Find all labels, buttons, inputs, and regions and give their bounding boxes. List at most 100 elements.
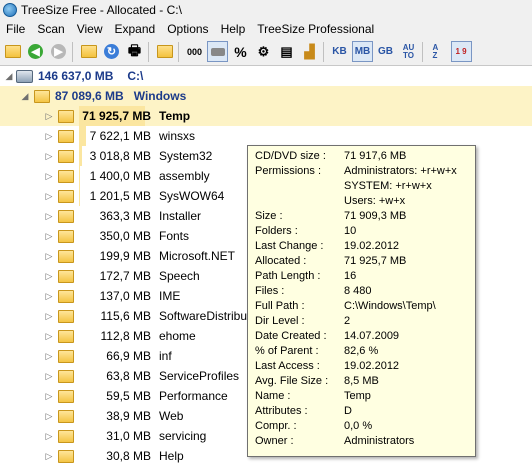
- expand-arrow-icon[interactable]: ▷: [44, 371, 54, 382]
- folder-size: 30,8 MB: [106, 449, 151, 463]
- folder-icon: [58, 429, 74, 443]
- menu-treesize-professional[interactable]: TreeSize Professional: [251, 22, 380, 36]
- folder-icon: [58, 109, 74, 123]
- unit-mb-button[interactable]: MB: [352, 41, 373, 62]
- expand-arrow-icon[interactable]: ▷: [44, 331, 54, 342]
- unit-auto-button[interactable]: AU TO: [398, 41, 419, 62]
- expand-arrow-icon[interactable]: ▷: [44, 131, 54, 142]
- file-count-button[interactable]: ⚙: [253, 41, 274, 62]
- folder-name: Installer: [159, 209, 202, 223]
- expand-arrow-icon[interactable]: ▷: [44, 271, 54, 282]
- tooltip-label: CD/DVD size :: [255, 150, 326, 162]
- window-title: TreeSize Free - Allocated - C:\: [21, 2, 182, 17]
- folder-size: 71 925,7 MB: [82, 109, 151, 123]
- folder-name: servicing: [159, 429, 207, 443]
- expand-arrow-icon[interactable]: ▷: [44, 391, 54, 402]
- expand-arrow-icon[interactable]: ▷: [44, 171, 54, 182]
- chart-button[interactable]: ▟: [299, 41, 320, 62]
- menu-options[interactable]: Options: [161, 22, 214, 36]
- files-icon: ⚙: [257, 43, 270, 59]
- folder-icon: [58, 449, 74, 463]
- folder-icon: [58, 369, 74, 383]
- explorer-button[interactable]: [154, 41, 175, 62]
- folder-name: assembly: [159, 169, 210, 183]
- tooltip-label: Avg. File Size :: [255, 375, 329, 387]
- tree-row[interactable]: ▷ 71 925,7 MB Temp: [0, 106, 532, 126]
- folder-size: 66,9 MB: [106, 349, 151, 363]
- windows-name: Windows: [133, 89, 187, 103]
- expand-arrow-icon[interactable]: ▷: [44, 451, 54, 462]
- menu-scan[interactable]: Scan: [31, 22, 70, 36]
- tooltip-value: 8,5 MB: [344, 375, 379, 387]
- refresh-button[interactable]: ↻: [101, 41, 122, 62]
- expand-arrow-icon[interactable]: ▷: [44, 411, 54, 422]
- expand-arrow-icon[interactable]: ▷: [44, 111, 54, 122]
- expand-arrow-icon[interactable]: ▷: [44, 231, 54, 242]
- drive-icon: [16, 69, 33, 83]
- forward-arrow-icon: ▶: [51, 44, 66, 59]
- menu-help[interactable]: Help: [215, 22, 252, 36]
- toolbar-separator: [323, 41, 324, 62]
- digits-label: 000: [186, 46, 203, 57]
- menu-file[interactable]: File: [0, 22, 31, 36]
- list-view-button[interactable]: ▤: [276, 41, 297, 62]
- tooltip-value: 19.02.2012: [344, 240, 400, 252]
- sort-by-size-button[interactable]: 1 9: [451, 41, 472, 62]
- size-view-button[interactable]: [207, 41, 228, 62]
- toolbar-separator: [178, 41, 179, 62]
- folder-name: Fonts: [159, 229, 190, 243]
- tooltip-label: Permissions :: [255, 165, 322, 177]
- folder-icon: [58, 149, 74, 163]
- folder-size: 137,0 MB: [99, 289, 151, 303]
- unit-kb-button[interactable]: KB: [329, 41, 350, 62]
- tooltip-value: C:\Windows\Temp\: [344, 300, 436, 312]
- drive-name: C:\: [127, 69, 144, 83]
- tooltip-label: Last Access :: [255, 360, 320, 372]
- back-button[interactable]: ◀: [25, 41, 46, 62]
- folder-icon: [58, 269, 74, 283]
- tree-row[interactable]: ▷ 7 622,1 MB winsxs: [0, 126, 532, 146]
- tooltip-value: 10: [344, 225, 357, 237]
- folder-name: Performance: [159, 389, 228, 403]
- unit-kb-label: KB: [332, 46, 347, 57]
- up-folder-button[interactable]: [2, 41, 23, 62]
- printer-icon: 🖶: [127, 41, 142, 58]
- expand-arrow-icon[interactable]: ▷: [44, 431, 54, 442]
- folder-icon: [58, 409, 74, 423]
- tooltip-label: Name :: [255, 390, 291, 402]
- tooltip-value: 14.07.2009: [344, 330, 400, 342]
- percent-button[interactable]: %: [230, 41, 251, 62]
- menu-view[interactable]: View: [71, 22, 109, 36]
- select-directory-button[interactable]: [78, 41, 99, 62]
- treesize-app-icon: [3, 2, 17, 17]
- folder-size: 1 201,5 MB: [89, 189, 151, 203]
- unit-gb-button[interactable]: GB: [375, 41, 396, 62]
- expand-arrow-icon[interactable]: ▷: [44, 251, 54, 262]
- collapse-arrow-icon[interactable]: ◢: [4, 71, 14, 82]
- forward-button[interactable]: ▶: [48, 41, 69, 62]
- collapse-arrow-icon[interactable]: ◢: [20, 91, 30, 102]
- tooltip-value: 16: [344, 270, 357, 282]
- expand-arrow-icon[interactable]: ▷: [44, 151, 54, 162]
- expand-arrow-icon[interactable]: ▷: [44, 311, 54, 322]
- folder-name: Temp: [159, 109, 191, 123]
- digits-button[interactable]: 000: [184, 41, 205, 62]
- tree-row-windows[interactable]: ◢ 87 089,6 MB Windows: [0, 86, 532, 106]
- print-button[interactable]: 🖶: [124, 41, 145, 62]
- menu-expand[interactable]: Expand: [109, 22, 162, 36]
- tooltip-label: Dir Level :: [255, 315, 305, 327]
- expand-arrow-icon[interactable]: ▷: [44, 191, 54, 202]
- folder-icon: [58, 189, 74, 203]
- tooltip-value: 71 925,7 MB: [344, 255, 407, 267]
- tree-row-drive[interactable]: ◢ 146 637,0 MB C:\: [0, 66, 532, 86]
- sort-by-name-button[interactable]: A Z: [428, 41, 449, 62]
- back-arrow-icon: ◀: [28, 44, 43, 59]
- expand-arrow-icon[interactable]: ▷: [44, 351, 54, 362]
- folder-size: 199,9 MB: [99, 249, 151, 263]
- folder-name: Web: [159, 409, 184, 423]
- folder-name: Help: [159, 449, 184, 463]
- folder-icon: [58, 329, 74, 343]
- tooltip-label: Allocated :: [255, 255, 307, 267]
- expand-arrow-icon[interactable]: ▷: [44, 211, 54, 222]
- expand-arrow-icon[interactable]: ▷: [44, 291, 54, 302]
